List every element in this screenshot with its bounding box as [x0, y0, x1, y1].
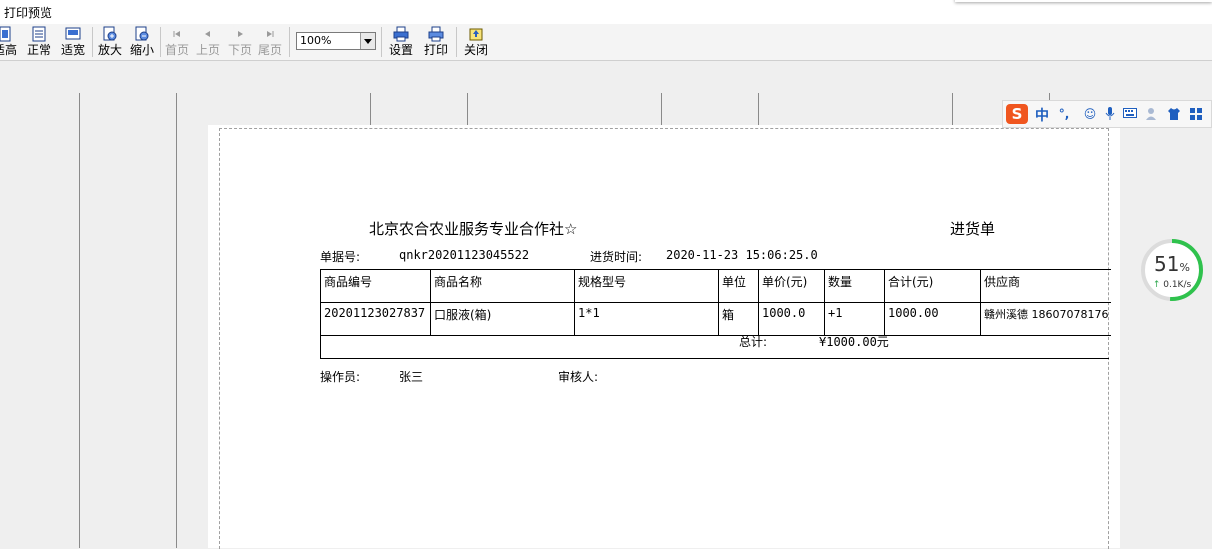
fit-width-icon	[65, 27, 81, 40]
table-header-row: 商品编号 商品名称 规格型号 单位 单价(元) 数量 合计(元) 供应商	[320, 269, 1112, 303]
close-button[interactable]: 关闭	[462, 26, 490, 58]
toolbar-separator	[160, 27, 161, 57]
chevron-down-icon[interactable]	[360, 33, 375, 49]
ime-toolbar[interactable]: S 中 °, ☺	[1002, 100, 1212, 128]
page-guide-line	[467, 93, 468, 125]
fit-height-button[interactable]: 适高	[0, 26, 18, 58]
time-label: 进货时间:	[590, 250, 643, 264]
prev-page-button[interactable]: 上页	[194, 26, 222, 58]
printer-settings-icon	[393, 26, 409, 42]
column-header: 商品名称	[430, 269, 575, 303]
receipt-no-label: 单据号:	[320, 250, 361, 264]
popup-edge	[955, 0, 1212, 2]
first-page-icon	[173, 31, 180, 37]
last-page-icon	[267, 31, 274, 37]
ime-mode-toggle[interactable]: 中	[1035, 105, 1049, 125]
purchase-time: 2020-11-23 15:06:25.0	[666, 248, 818, 262]
title-bar: 打印预览	[0, 0, 1212, 24]
operator-label: 操作员:	[320, 370, 361, 384]
skin-shirt-icon[interactable]	[1167, 107, 1181, 121]
zoom-out-button[interactable]: 缩小	[128, 26, 156, 58]
column-header: 合计(元)	[884, 269, 981, 303]
page-guide-line	[176, 93, 177, 548]
toolbar-separator	[92, 27, 93, 57]
page-guide-line	[79, 93, 80, 548]
fit-height-icon	[0, 26, 11, 42]
emoji-icon[interactable]: ☺	[1083, 107, 1097, 121]
reviewer-label: 审核人:	[558, 370, 599, 384]
network-speed: ↑ 0.1K/s	[1152, 280, 1192, 290]
first-page-button[interactable]: 首页	[163, 26, 191, 58]
network-speed-gauge[interactable]: 51% ↑ 0.1K/s	[1140, 238, 1204, 302]
fit-width-button[interactable]: 适宽	[59, 26, 87, 58]
settings-button[interactable]: 设置	[387, 26, 415, 58]
normal-page-icon	[32, 26, 46, 42]
toolbox-grid-icon[interactable]	[1189, 107, 1203, 121]
operator-name: 张三	[399, 370, 424, 384]
microphone-icon[interactable]	[1103, 107, 1117, 121]
column-header: 商品编号	[320, 269, 431, 303]
sogou-logo-icon[interactable]: S	[1006, 104, 1028, 124]
column-header: 供应商	[980, 269, 1112, 303]
zoom-in-button[interactable]: 放大	[96, 26, 124, 58]
keyboard-icon[interactable]	[1123, 107, 1137, 121]
zoom-in-icon	[103, 26, 117, 41]
prev-page-icon	[205, 31, 210, 37]
window-title: 打印预览	[4, 6, 53, 20]
printer-icon	[428, 26, 444, 42]
cpu-percent: 51%	[1154, 252, 1190, 276]
page-guide-line	[758, 93, 759, 125]
total-value: ¥1000.00元	[819, 335, 889, 349]
page-guide-line	[952, 93, 953, 125]
toolbar-separator	[289, 27, 290, 57]
document-title: 进货单	[950, 220, 996, 238]
normal-button[interactable]: 正常	[25, 26, 53, 58]
print-button[interactable]: 打印	[422, 26, 450, 58]
column-header: 数量	[824, 269, 885, 303]
receipt-no: qnkr20201123045522	[399, 248, 530, 262]
page-guide-line	[370, 93, 371, 125]
toolbar-separator	[456, 27, 457, 57]
next-page-button[interactable]: 下页	[226, 26, 254, 58]
punctuation-toggle[interactable]: °,	[1057, 107, 1071, 121]
page-guide-line	[661, 93, 662, 125]
last-page-button[interactable]: 尾页	[256, 26, 284, 58]
toolbar-separator	[381, 27, 382, 57]
column-header: 规格型号	[574, 269, 719, 303]
arrow-up-icon: ↑	[1152, 280, 1161, 290]
close-door-icon	[469, 28, 483, 41]
total-row	[320, 329, 1109, 359]
column-header: 单位	[718, 269, 759, 303]
next-page-icon	[238, 31, 243, 37]
zoom-out-icon	[135, 26, 149, 41]
toolbar: 适高 正常 适宽 放大 缩小 首页 上页 下页 尾页 设置 打印	[0, 24, 1212, 61]
user-icon[interactable]	[1145, 107, 1159, 121]
goods-table: 商品编号 商品名称 规格型号 单位 单价(元) 数量 合计(元) 供应商 202…	[320, 269, 1112, 336]
column-header: 单价(元)	[758, 269, 825, 303]
company-name: 北京农合农业服务专业合作社☆	[369, 220, 578, 238]
zoom-value: 100%	[300, 34, 332, 47]
total-label: 总计:	[739, 335, 768, 349]
zoom-select[interactable]: 100%	[296, 32, 376, 50]
